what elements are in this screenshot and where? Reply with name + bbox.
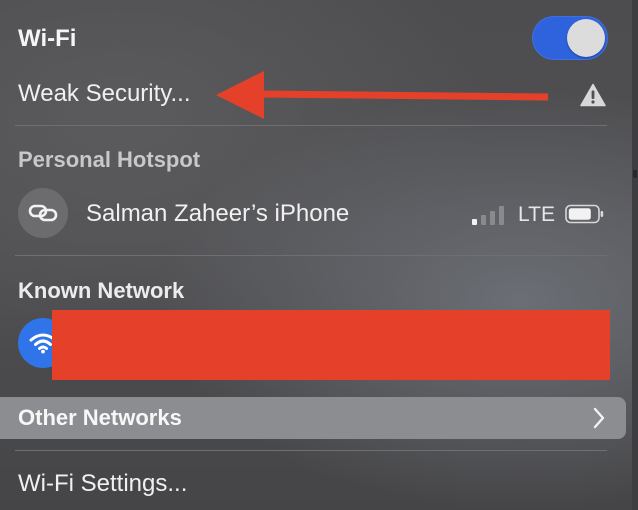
- window-edge: [632, 0, 638, 510]
- edge-marker: [633, 170, 637, 178]
- other-networks-label: Other Networks: [18, 405, 182, 430]
- other-networks-row[interactable]: Other Networks: [0, 397, 626, 439]
- chevron-right-icon: [593, 407, 605, 429]
- link-icon: [28, 204, 58, 222]
- wifi-title: Wi-Fi: [18, 25, 77, 52]
- wifi-toggle[interactable]: [532, 16, 608, 60]
- divider: [15, 125, 607, 126]
- hotspot-device-name[interactable]: Salman Zaheer’s iPhone: [86, 200, 349, 228]
- signal-strength-icon: [472, 206, 504, 225]
- divider: [15, 450, 607, 451]
- toggle-knob: [567, 19, 605, 57]
- warning-triangle-icon: [580, 83, 606, 107]
- personal-hotspot-heading: Personal Hotspot: [18, 147, 201, 172]
- known-network-redaction: [52, 310, 610, 380]
- network-type-label: LTE: [518, 203, 555, 226]
- wifi-settings-link[interactable]: Wi-Fi Settings...: [18, 470, 187, 498]
- hotspot-icon-circle[interactable]: [18, 188, 68, 238]
- battery-icon: [565, 204, 604, 224]
- current-network-status[interactable]: Weak Security...: [18, 80, 191, 108]
- known-network-heading: Known Network: [18, 278, 185, 303]
- annotation-arrow: [216, 71, 549, 119]
- divider: [15, 255, 607, 256]
